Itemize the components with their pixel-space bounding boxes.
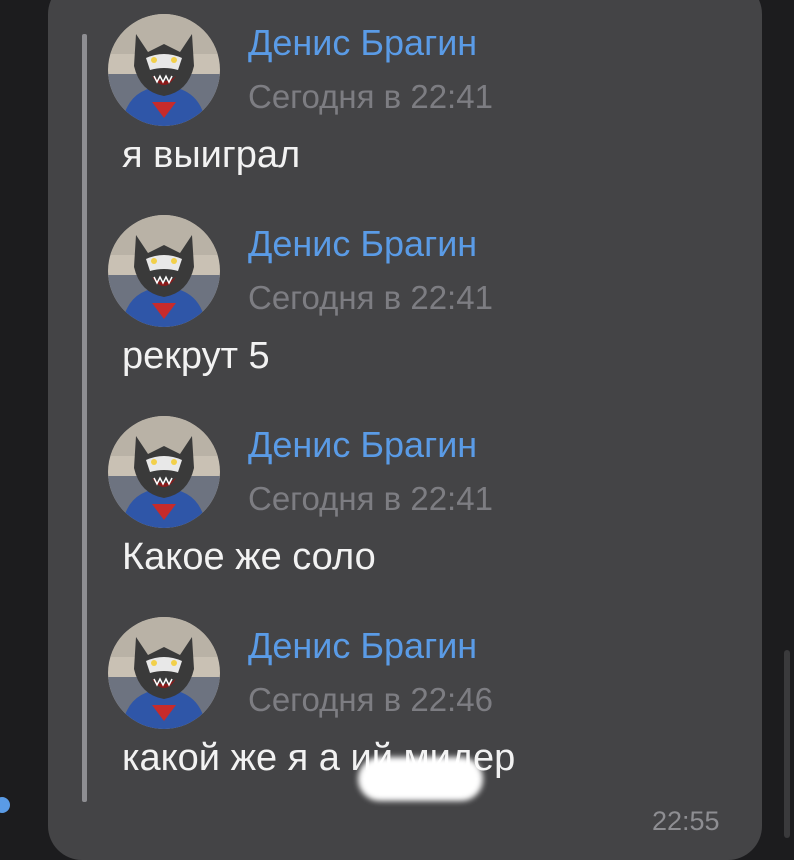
message-timestamp: Сегодня в 22:46 (248, 681, 493, 718)
sent-time: 22:55 (652, 806, 720, 836)
wolf-avatar-icon (108, 215, 220, 327)
wolf-avatar-icon (108, 617, 220, 729)
avatar[interactable] (108, 215, 220, 327)
scrollbar[interactable] (784, 650, 790, 838)
unread-indicator-icon (0, 797, 10, 813)
message-text: Какое же соло (122, 536, 376, 578)
message-text: рекрут 5 (122, 335, 270, 377)
message-text: я выиграл (122, 134, 301, 176)
message-timestamp: Сегодня в 22:41 (248, 480, 493, 517)
message-timestamp: Сегодня в 22:41 (248, 78, 493, 115)
avatar[interactable] (108, 14, 220, 126)
forwarded-quote-bar (82, 34, 87, 802)
wolf-avatar-icon (108, 14, 220, 126)
author-name[interactable]: Денис Брагин (248, 22, 477, 64)
author-name[interactable]: Денис Брагин (248, 223, 477, 265)
message-timestamp: Сегодня в 22:41 (248, 279, 493, 316)
author-name[interactable]: Денис Брагин (248, 424, 477, 466)
avatar[interactable] (108, 416, 220, 528)
censor-blur (358, 757, 483, 801)
avatar[interactable] (108, 617, 220, 729)
wolf-avatar-icon (108, 416, 220, 528)
author-name[interactable]: Денис Брагин (248, 625, 477, 667)
